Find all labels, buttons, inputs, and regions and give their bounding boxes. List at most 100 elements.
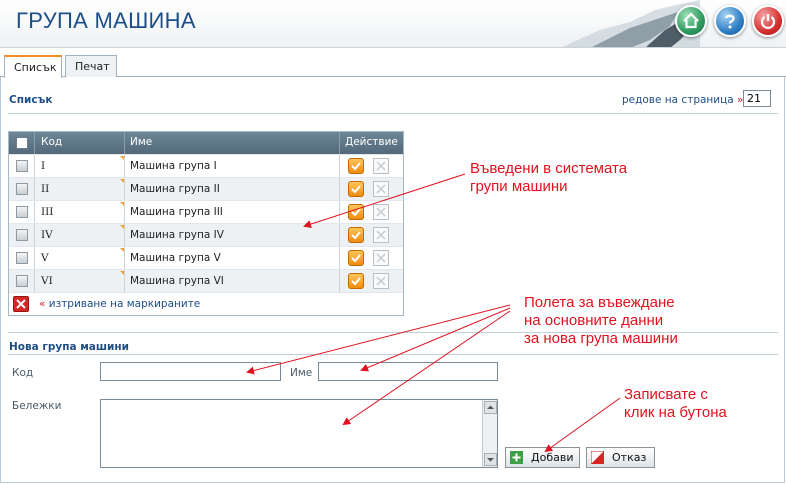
cell-name: Машина група V (130, 252, 221, 264)
tab-list[interactable]: Списък (4, 55, 62, 78)
delete-icon[interactable] (373, 158, 389, 174)
delete-marked-icon[interactable] (13, 296, 29, 312)
new-group-title: Нова група машини (9, 341, 130, 353)
annotation-line: групи машини (470, 178, 568, 195)
delete-marked-link[interactable]: « изтриване на маркираните (39, 298, 200, 310)
table-row: IV Машина група IV (9, 223, 403, 246)
code-label: Код (12, 367, 34, 379)
add-button-label: Добави (531, 451, 574, 464)
cancel-button[interactable]: Отказ (586, 447, 655, 468)
tab-bar: Списък Печат (0, 55, 786, 78)
divider (8, 354, 778, 355)
column-separator (124, 224, 125, 246)
column-separator (339, 201, 340, 223)
annotation-line: Полета за въвеждане (524, 294, 675, 311)
cell-name: Машина група VI (130, 275, 224, 287)
row-checkbox[interactable] (16, 252, 28, 264)
column-separator (339, 178, 340, 200)
table-row: V Машина група V (9, 246, 403, 269)
column-separator (124, 155, 125, 177)
row-checkbox[interactable] (16, 275, 28, 287)
app-header: ГРУПА МАШИНА (0, 0, 786, 48)
edit-icon[interactable] (348, 250, 364, 266)
row-checkbox[interactable] (16, 183, 28, 195)
edit-icon[interactable] (348, 158, 364, 174)
column-separator (124, 201, 125, 223)
column-separator (339, 224, 340, 246)
scroll-down-icon[interactable] (484, 453, 497, 466)
list-section-title: Списък (9, 94, 53, 106)
delete-icon[interactable] (373, 204, 389, 220)
cell-code: I (41, 160, 46, 172)
column-header-action: Действие (345, 136, 398, 148)
column-separator (34, 201, 35, 223)
table-footer: « изтриване на маркираните (9, 292, 403, 315)
table-header: Код Име Действие (9, 132, 403, 154)
table-row: VI Машина група VI (9, 269, 403, 292)
cell-name: Машина група III (130, 206, 223, 218)
edit-icon[interactable] (348, 204, 364, 220)
delete-icon[interactable] (373, 181, 389, 197)
cell-code: VI (41, 275, 53, 287)
delete-icon[interactable] (373, 273, 389, 289)
column-header-code: Код (41, 136, 63, 148)
notes-scrollbar[interactable] (482, 400, 497, 467)
annotation-line: на основните данни (524, 312, 664, 329)
name-label: Име (290, 367, 313, 379)
scroll-up-icon[interactable] (484, 401, 497, 414)
question-icon (725, 14, 735, 29)
power-button[interactable] (752, 5, 784, 37)
delete-icon[interactable] (373, 227, 389, 243)
page-title: ГРУПА МАШИНА (16, 8, 196, 33)
select-all-checkbox[interactable] (16, 137, 28, 149)
name-input[interactable] (318, 362, 498, 381)
annotation-line: за нова група машини (524, 330, 678, 347)
annotation-line: клик на бутона (624, 404, 727, 421)
power-icon (760, 14, 776, 29)
row-checkbox[interactable] (16, 206, 28, 218)
annotation-line: Записвате с (624, 386, 708, 403)
divider (8, 113, 778, 114)
notes-textarea[interactable] (100, 399, 498, 468)
annotation-save-hint: Записвате с клик на бутона (624, 386, 727, 422)
help-button[interactable] (714, 5, 746, 37)
column-separator (34, 224, 35, 246)
laquo-icon: « (39, 298, 46, 310)
column-separator (124, 178, 125, 200)
cancel-icon (591, 451, 604, 464)
rows-per-page-input[interactable] (743, 90, 771, 107)
home-icon (683, 12, 699, 29)
cell-name: Машина група II (130, 183, 220, 195)
cell-code: III (41, 206, 54, 218)
column-separator (124, 132, 125, 154)
tab-print[interactable]: Печат (65, 55, 117, 77)
groups-table: Код Име Действие I Машина група I II Маш… (8, 131, 404, 316)
annotation-line: Въведени в системата (470, 160, 628, 177)
edit-icon[interactable] (348, 181, 364, 197)
cell-code: IV (41, 229, 53, 241)
edit-icon[interactable] (348, 273, 364, 289)
cell-name: Машина група I (130, 160, 217, 172)
cell-name: Машина група IV (130, 229, 224, 241)
edit-icon[interactable] (348, 227, 364, 243)
column-separator (34, 247, 35, 269)
plus-icon (510, 451, 523, 464)
rows-per-page-text: редове на страница (622, 94, 734, 106)
table-row: III Машина група III (9, 200, 403, 223)
delete-marked-label: изтриване на маркираните (48, 298, 201, 310)
column-separator (124, 270, 125, 292)
column-separator (34, 270, 35, 292)
home-button[interactable] (675, 5, 707, 37)
cell-code: II (41, 183, 50, 195)
row-checkbox[interactable] (16, 160, 28, 172)
column-separator (34, 155, 35, 177)
column-separator (34, 178, 35, 200)
column-separator (339, 155, 340, 177)
add-button[interactable]: Добави (505, 447, 580, 468)
annotation-input-fields: Полета за въвеждане на основните данни з… (524, 294, 678, 348)
row-checkbox[interactable] (16, 229, 28, 241)
code-input[interactable] (100, 362, 281, 381)
delete-icon[interactable] (373, 250, 389, 266)
column-separator (339, 132, 340, 154)
cancel-button-label: Отказ (612, 451, 647, 464)
